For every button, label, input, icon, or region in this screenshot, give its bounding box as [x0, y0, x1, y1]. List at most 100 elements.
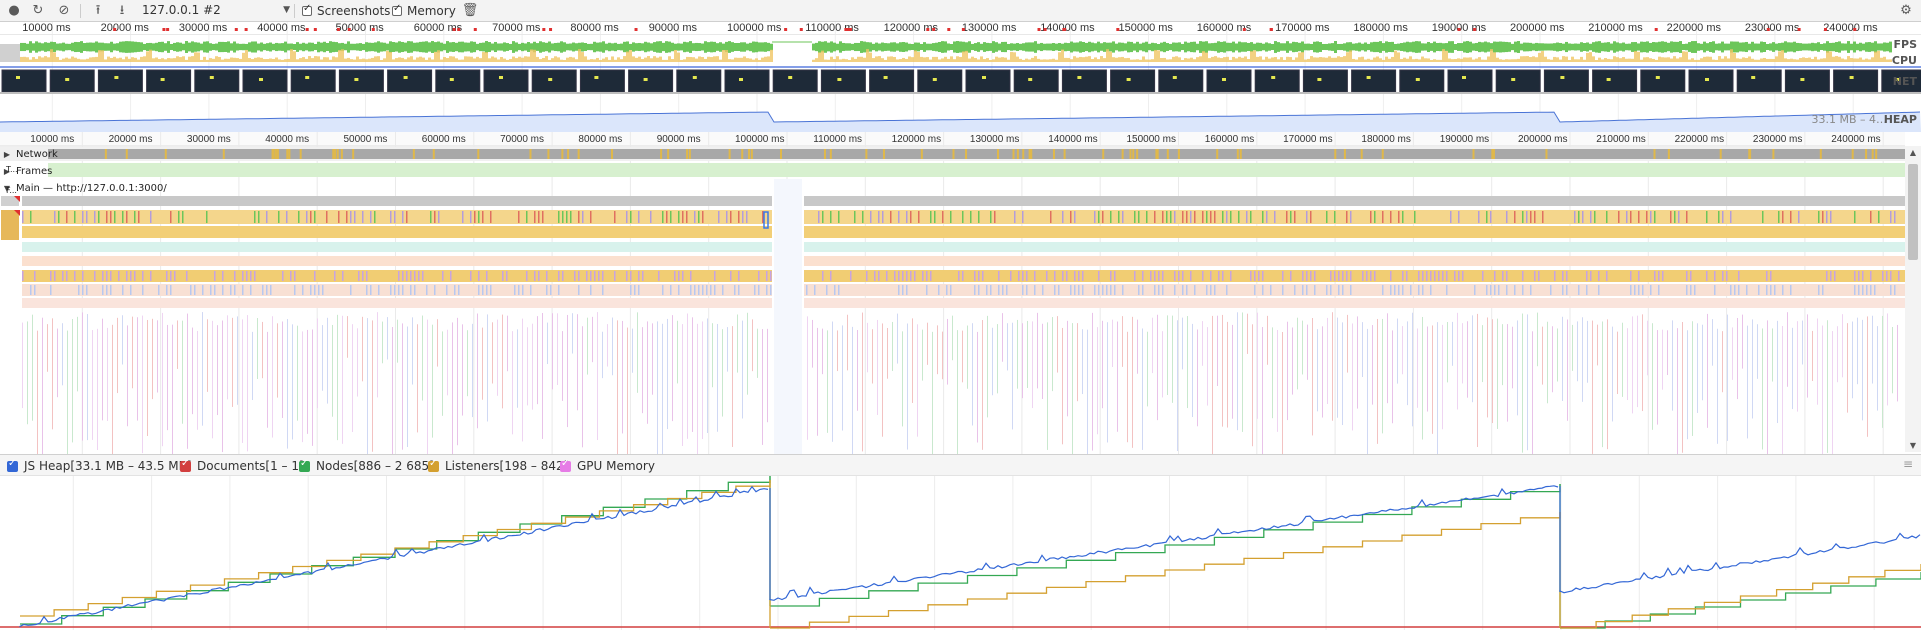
- nodes-counter[interactable]: Nodes[886 – 2 685]: [299, 458, 434, 474]
- cpu-bar: [158, 58, 161, 62]
- screenshots-checkbox[interactable]: Screenshots: [302, 3, 390, 19]
- download-icon[interactable]: ⭳: [114, 3, 130, 19]
- cpu-bar: [581, 52, 584, 62]
- record-icon[interactable]: ●: [6, 3, 22, 19]
- flame-event: [1858, 285, 1860, 295]
- fps-bar: [920, 43, 923, 51]
- fps-bar: [581, 42, 584, 52]
- fps-bar: [242, 43, 245, 51]
- upload-icon[interactable]: ⭱: [90, 3, 106, 19]
- flame-detail: [917, 324, 918, 437]
- cpu-bar: [1730, 49, 1733, 62]
- fps-bar: [737, 42, 740, 52]
- cpu-bar: [1187, 58, 1190, 62]
- flame-event: [1898, 271, 1900, 281]
- flame-event: [534, 211, 536, 223]
- scroll-thumb[interactable]: [1908, 164, 1918, 260]
- memory-chart[interactable]: [0, 476, 1921, 630]
- fps-bar: [869, 42, 872, 52]
- fps-bar: [974, 43, 977, 51]
- flame-detail: [1572, 324, 1573, 371]
- flame-event: [1758, 285, 1760, 295]
- expand-triangle-icon[interactable]: ▶: [2, 148, 12, 162]
- flame-event: [50, 285, 52, 295]
- cpu-bar: [1472, 59, 1475, 62]
- flame-detail: [467, 330, 468, 397]
- screenshot-highlight: [932, 78, 937, 81]
- overview-graphs[interactable]: 10000 ms 20000 ms 30000 ms 40000 ms 50000 ms…: [0, 22, 1921, 132]
- flame-event: [1514, 211, 1516, 223]
- fps-bar: [1496, 41, 1499, 53]
- documents-checkbox[interactable]: [180, 458, 191, 472]
- flame-detail: [1602, 321, 1603, 448]
- flame-event: [1862, 285, 1864, 295]
- flame-chart-scrollbar[interactable]: ▲ ▼: [1905, 146, 1921, 452]
- flame-event: [1382, 285, 1384, 295]
- scroll-down-icon[interactable]: ▼: [1908, 441, 1918, 450]
- flame-event: [1442, 271, 1444, 281]
- memory-chart-canvas[interactable]: [0, 476, 1921, 630]
- gear-icon[interactable]: ⚙: [1898, 3, 1914, 19]
- flame-event: [1762, 211, 1764, 223]
- listeners-counter[interactable]: Listeners[198 – 842]: [428, 458, 568, 474]
- main-track-header[interactable]: ▼ Main — http://127.0.0.1:3000/: [0, 182, 167, 196]
- memory-checkbox-box[interactable]: [392, 3, 402, 16]
- flame-detail: [1717, 328, 1718, 444]
- cpu-bar: [515, 58, 518, 62]
- flame-detail: [1787, 312, 1788, 387]
- ruler-tick-label: 220000 ms: [1675, 134, 1724, 145]
- long-frame-marker: [932, 28, 936, 31]
- js-heap-counter[interactable]: JS Heap[33.1 MB – 43.5 MB]: [7, 458, 192, 474]
- screenshot-highlight: [788, 76, 793, 79]
- flame-event: [1094, 211, 1096, 223]
- js-heap-checkbox[interactable]: [7, 458, 18, 472]
- flame-event: [1258, 271, 1260, 281]
- resize-handle-icon[interactable]: ≡: [1903, 457, 1913, 471]
- fps-bar: [1079, 41, 1082, 53]
- gpu-memory-counter[interactable]: GPU Memory: [560, 458, 655, 474]
- flame-event: [1034, 285, 1036, 295]
- fps-bar: [1304, 43, 1307, 51]
- fps-bar: [1229, 42, 1232, 52]
- flame-chart[interactable]: 10000 ms 20000 ms 30000 ms 40000 ms 50000 ms…: [0, 132, 1905, 454]
- cpu-bar: [284, 59, 287, 62]
- documents-counter[interactable]: Documents[1 – 1]: [180, 458, 304, 474]
- fps-bar: [551, 43, 554, 51]
- timeline-overview[interactable]: 10000 ms 20000 ms 30000 ms 40000 ms 50000 ms…: [0, 22, 1921, 132]
- memory-checkbox[interactable]: Memory: [392, 3, 456, 19]
- flame-event: [470, 211, 472, 223]
- cpu-bar: [1205, 52, 1208, 62]
- listeners-checkbox[interactable]: [428, 458, 439, 472]
- cpu-bar: [1223, 57, 1226, 62]
- flame-event: [1550, 285, 1552, 295]
- cpu-bar: [179, 57, 182, 62]
- cpu-bar: [1367, 58, 1370, 62]
- flame-detail: [1012, 322, 1013, 430]
- cpu-bar: [1508, 59, 1511, 62]
- flame-chart-canvas[interactable]: 10000 ms 20000 ms 30000 ms 40000 ms 50000 ms…: [0, 132, 1905, 454]
- flame-detail: [1207, 327, 1208, 406]
- clear-icon[interactable]: ⊘: [56, 3, 72, 19]
- flame-detail: [1477, 313, 1478, 447]
- scroll-up-icon[interactable]: ▲: [1908, 148, 1918, 157]
- fps-bar: [1430, 43, 1433, 51]
- network-track-header[interactable]: ▶ Network: [0, 148, 58, 162]
- cpu-bar: [1007, 59, 1010, 62]
- overview-tick-label: 40000 ms: [257, 22, 306, 34]
- toolbar-divider: [80, 4, 81, 18]
- gpu-memory-checkbox[interactable]: [560, 458, 571, 472]
- fps-bar: [1811, 42, 1814, 52]
- network-bar: [48, 149, 1905, 159]
- screenshots-checkbox-box[interactable]: [302, 3, 312, 16]
- fps-bar: [329, 41, 332, 53]
- flame-detail: [1352, 323, 1353, 431]
- trash-icon[interactable]: 🗑: [462, 3, 479, 19]
- cpu-bar: [1748, 56, 1751, 62]
- reload-icon[interactable]: ↻: [30, 3, 46, 19]
- fps-bar: [623, 41, 626, 53]
- nodes-checkbox[interactable]: [299, 458, 310, 472]
- cpu-bar: [1517, 58, 1520, 62]
- flame-detail: [157, 320, 158, 393]
- fps-bar: [1439, 42, 1442, 52]
- recording-select[interactable]: 127.0.0.1 #2 ▼: [142, 2, 290, 19]
